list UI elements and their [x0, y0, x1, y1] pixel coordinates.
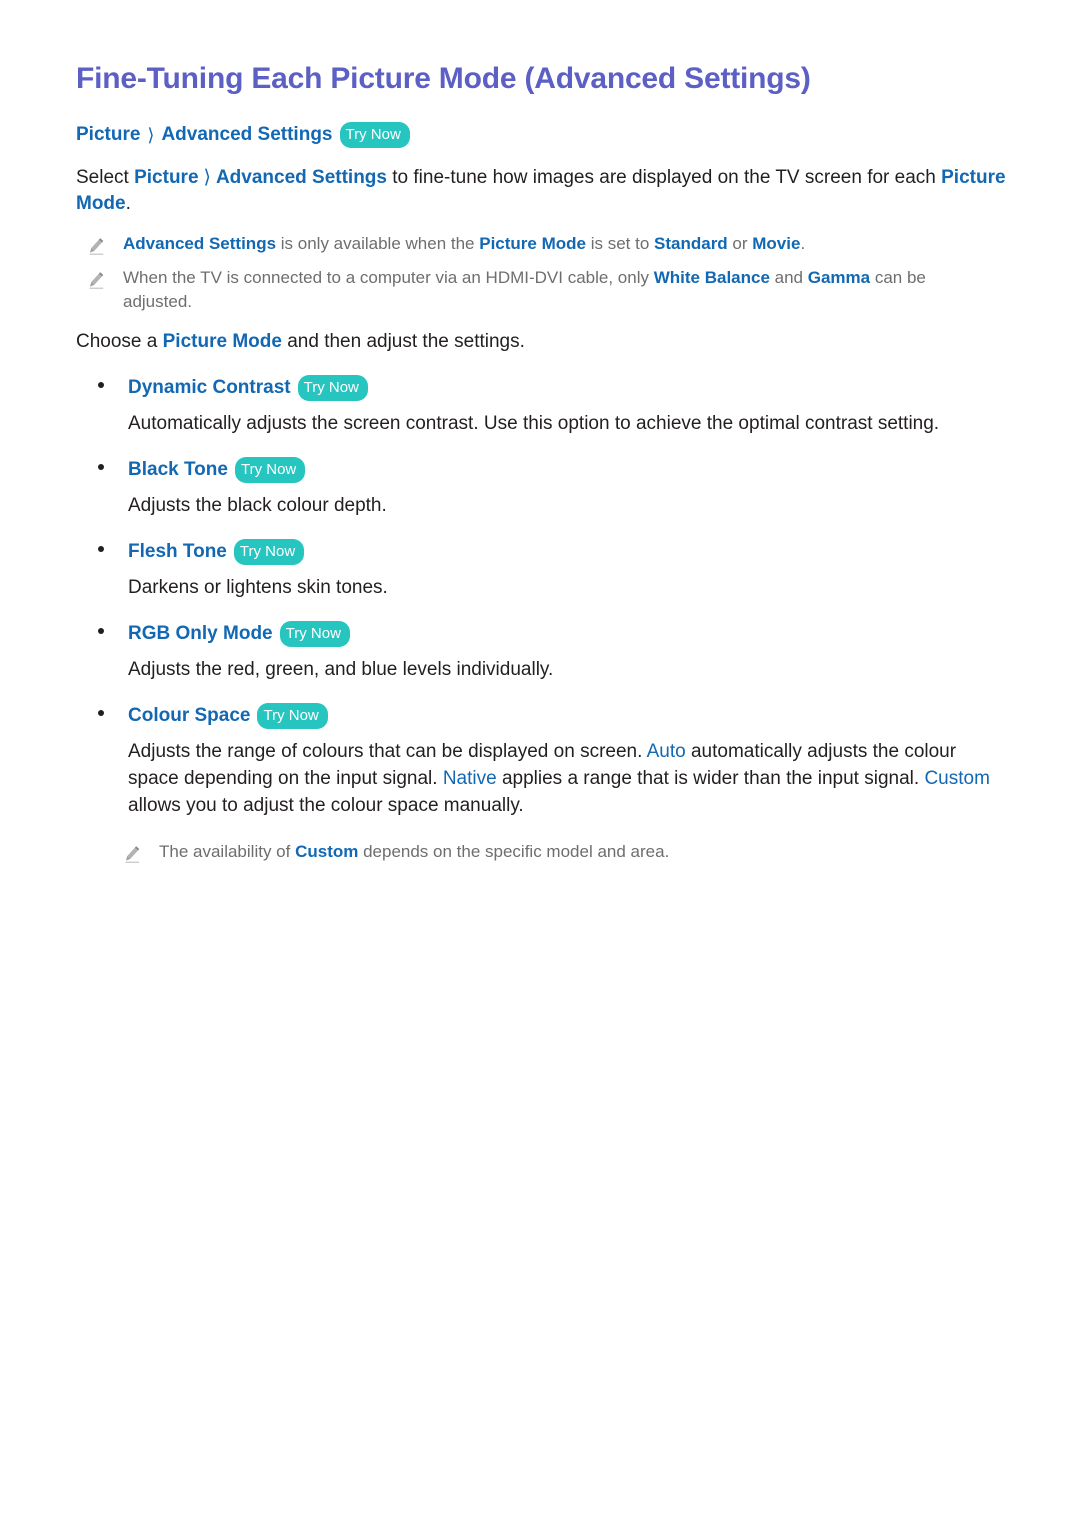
try-now-badge[interactable]: Try Now: [339, 121, 410, 148]
choose-picture-mode-paragraph: Choose a Picture Mode and then adjust th…: [76, 329, 1006, 356]
breadcrumb-segment-advanced-settings[interactable]: Advanced Settings: [161, 123, 332, 148]
breadcrumb-segment-picture[interactable]: Picture: [76, 123, 140, 148]
choose-fragment: and then adjust the settings.: [281, 330, 525, 352]
list-item[interactable]: Flesh Tone Try Now: [76, 538, 1008, 566]
note-fragment: is only available when the: [276, 234, 480, 254]
try-now-badge[interactable]: Try Now: [233, 538, 305, 565]
note-fragment: depends on the specific model and area.: [358, 841, 670, 861]
note-fragment: When the TV is connected to a computer v…: [123, 267, 654, 287]
note-custom-availability: The availability of Custom depends on th…: [76, 840, 1008, 864]
bullet-icon: [98, 627, 104, 634]
option-label-text: Black Tone: [128, 458, 228, 480]
list-item[interactable]: Black Tone Try Now: [76, 456, 1008, 484]
note-advanced-settings-availability: Advanced Settings is only available when…: [76, 232, 1008, 256]
bullet-icon: [98, 709, 104, 716]
desc-fragment: allows you to adjust the colour space ma…: [128, 794, 524, 816]
try-now-badge[interactable]: Try Now: [234, 456, 306, 483]
intro-link-advanced-settings[interactable]: Advanced Settings: [216, 167, 387, 188]
page-title: Fine-Tuning Each Picture Mode (Advanced …: [76, 62, 811, 95]
pencil-icon: [88, 237, 105, 256]
option-label-flesh-tone[interactable]: Flesh Tone Try Now: [128, 538, 305, 566]
note-text: The availability of Custom depends on th…: [159, 840, 669, 864]
note-term-movie: Movie: [752, 234, 801, 254]
pencil-icon: [88, 271, 105, 290]
intro-link-picture[interactable]: Picture: [134, 167, 198, 188]
option-label-black-tone[interactable]: Black Tone Try Now: [128, 456, 306, 484]
note-hdmi-dvi-limitation: When the TV is connected to a computer v…: [76, 266, 1008, 314]
option-description-rgb-only-mode: Adjusts the red, green, and blue levels …: [128, 658, 554, 680]
bullet-icon: [98, 545, 104, 552]
note-text: When the TV is connected to a computer v…: [123, 266, 991, 314]
note-term-custom: Custom: [295, 841, 359, 861]
bullet-icon: [98, 381, 104, 388]
note-term-gamma: Gamma: [807, 267, 871, 287]
breadcrumb: Picture ⟩ Advanced Settings Try Now: [76, 121, 1008, 149]
desc-fragment: Adjusts the range of colours that can be…: [128, 740, 647, 762]
option-label-rgb-only-mode[interactable]: RGB Only Mode Try Now: [128, 620, 350, 648]
option-description-flesh-tone: Darkens or lightens skin tones.: [128, 576, 388, 598]
note-fragment: The availability of: [159, 841, 296, 861]
option-label-dynamic-contrast[interactable]: Dynamic Contrast Try Now: [128, 374, 368, 402]
intro-middle: to fine-tune how images are displayed on…: [386, 166, 942, 188]
try-now-badge[interactable]: Try Now: [297, 374, 368, 401]
list-item[interactable]: Dynamic Contrast Try Now: [76, 374, 1008, 402]
note-fragment: and: [769, 267, 808, 287]
option-label-text: Colour Space: [128, 704, 251, 726]
bullet-icon: [98, 463, 104, 470]
intro-paragraph: Select Picture ⟩ Advanced Settings to fine…: [76, 165, 1006, 219]
option-label-text: Flesh Tone: [128, 540, 227, 562]
note-fragment: or: [727, 234, 753, 254]
note-term-white-balance: White Balance: [653, 267, 770, 287]
option-description-dynamic-contrast: Automatically adjusts the screen contras…: [128, 412, 940, 434]
note-text: Advanced Settings is only available when…: [123, 232, 805, 256]
pencil-icon: [124, 845, 141, 864]
note-term-picture-mode: Picture Mode: [479, 234, 586, 254]
option-description-colour-space: Adjusts the range of colours that can be…: [76, 739, 1008, 820]
choose-term-picture-mode[interactable]: Picture Mode: [163, 331, 282, 352]
list-item[interactable]: RGB Only Mode Try Now: [76, 620, 1008, 648]
option-label-text: RGB Only Mode: [128, 622, 273, 644]
option-label-colour-space[interactable]: Colour Space Try Now: [128, 702, 328, 730]
intro-end: .: [125, 193, 131, 215]
note-fragment: is set to: [585, 234, 655, 254]
term-auto: Auto: [646, 740, 686, 762]
choose-fragment: Choose a: [76, 330, 163, 352]
note-term-advanced-settings: Advanced Settings: [123, 234, 277, 254]
try-now-badge[interactable]: Try Now: [279, 620, 350, 647]
chevron-right-icon: ⟩: [147, 124, 155, 145]
list-item[interactable]: Colour Space Try Now: [76, 702, 1008, 730]
note-term-standard: Standard: [654, 234, 728, 254]
term-custom: Custom: [924, 767, 990, 789]
try-now-badge[interactable]: Try Now: [257, 702, 328, 729]
note-fragment: .: [800, 234, 806, 254]
desc-fragment: applies a range that is wider than the i…: [496, 767, 925, 789]
term-native: Native: [442, 767, 497, 789]
chevron-right-icon: ⟩: [203, 166, 211, 188]
intro-lead: Select: [76, 166, 135, 188]
option-description-black-tone: Adjusts the black colour depth.: [128, 494, 387, 516]
document-page: Fine-Tuning Each Picture Mode (Advanced …: [0, 0, 1080, 864]
option-label-text: Dynamic Contrast: [128, 376, 291, 398]
